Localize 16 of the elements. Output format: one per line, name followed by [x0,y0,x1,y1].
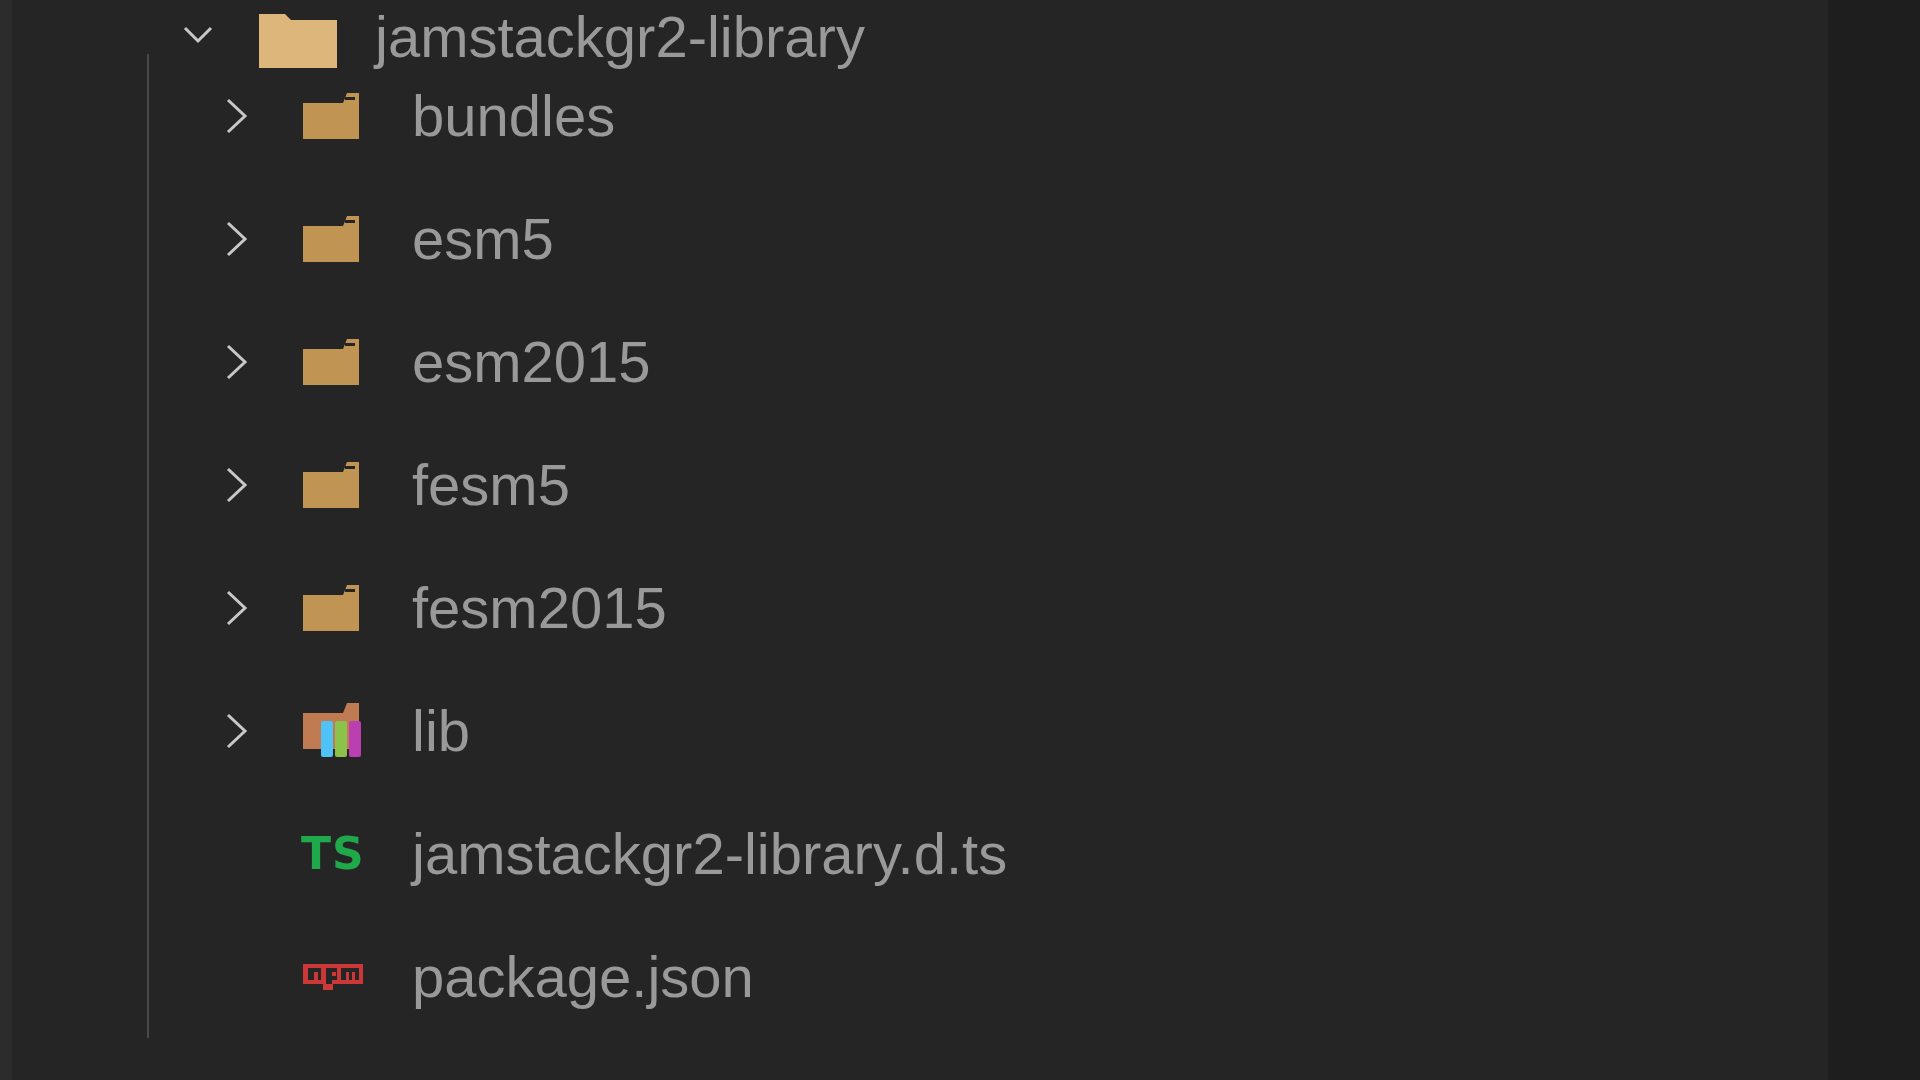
folder-icon [301,459,361,510]
file-name[interactable]: jamstackgr2-library.d.ts [412,820,1008,887]
folder-name[interactable]: fesm2015 [412,574,667,641]
folder-name[interactable]: lib [412,697,471,764]
folder-icon [301,336,361,387]
folder-name[interactable]: jamstackgr2-library [375,4,865,70]
folder-name[interactable]: bundles [412,82,616,149]
file-name[interactable]: package.json [412,943,754,1010]
folder-icon [301,90,361,141]
folder-name[interactable]: esm5 [412,205,554,272]
file-type-label: TS [301,828,365,879]
logo-icon [301,961,365,992]
folder-name[interactable]: esm2015 [412,328,651,395]
folder-icon [301,582,361,633]
folder-name[interactable]: fesm5 [412,451,570,518]
folder-icon [301,213,361,264]
